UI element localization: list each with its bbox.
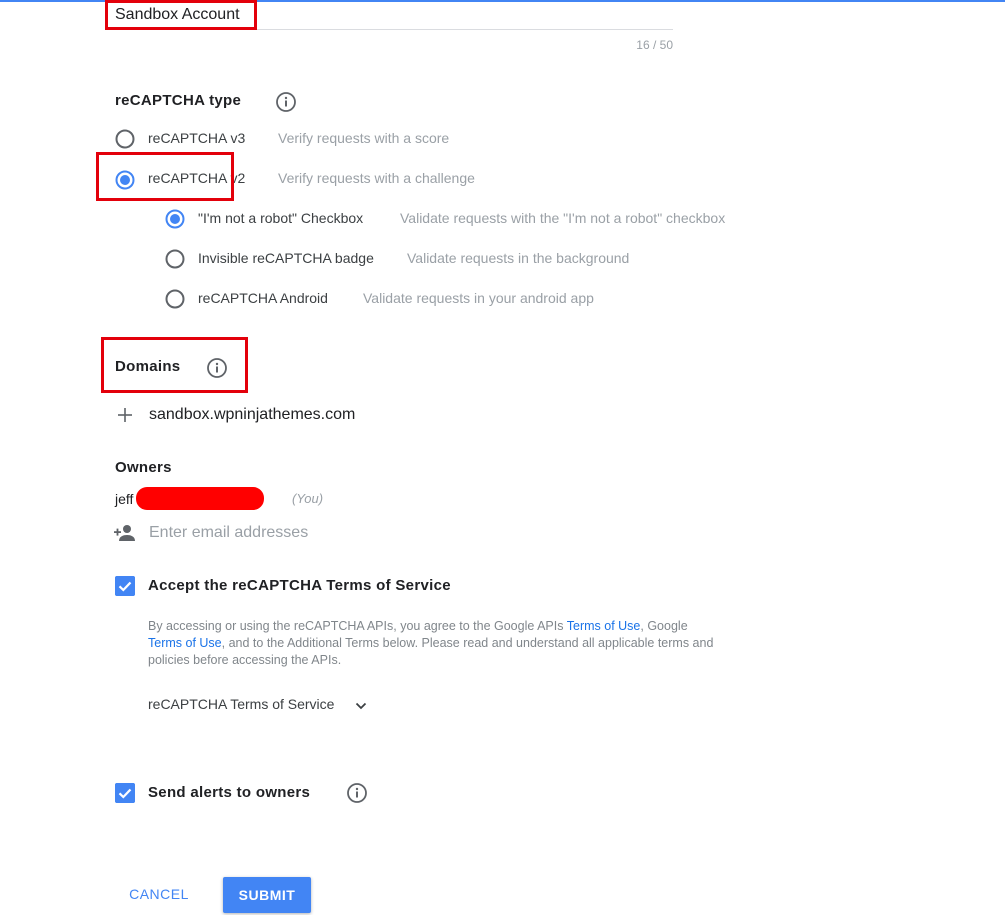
owner-you-tag: (You) [292,491,324,506]
highlight-box-domains [101,337,248,393]
recaptcha-type-heading: reCAPTCHA type [115,92,242,109]
terms-of-use-link[interactable]: Terms of Use [567,619,641,633]
highlight-box-recaptcha-v2 [96,152,234,201]
owner-email-input[interactable] [149,522,449,544]
recaptcha-tos-expander[interactable]: reCAPTCHA Terms of Service [148,696,334,712]
option-label-recaptcha-v3: reCAPTCHA v3 [148,130,246,146]
info-icon[interactable] [275,91,297,113]
send-alerts-label: Send alerts to owners [148,784,311,801]
character-counter: 16 / 50 [636,38,673,52]
chevron-down-icon[interactable] [353,698,369,714]
option-description-recaptcha-v3: Verify requests with a score [278,130,450,146]
redaction-mark [136,487,264,510]
owner-name: jeff [115,491,134,507]
accept-terms-label: Accept the reCAPTCHA Terms of Service [148,577,451,594]
google-terms-of-use-link[interactable]: Terms of Use [148,636,222,650]
submit-button[interactable]: SUBMIT [223,877,311,913]
info-icon[interactable] [346,782,368,804]
option-description-invisible: Validate requests in the background [407,250,630,266]
option-label-checkbox: "I'm not a robot" Checkbox [198,210,364,226]
radio-checkbox-type[interactable] [165,209,185,229]
terms-text: By accessing or using the reCAPTCHA APIs… [148,619,567,633]
owners-heading: Owners [115,459,172,476]
terms-paragraph: By accessing or using the reCAPTCHA APIs… [148,618,718,669]
add-domain-plus-icon[interactable] [116,406,134,424]
highlight-box-label [105,0,257,30]
option-description-recaptcha-v2: Verify requests with a challenge [278,170,475,186]
option-description-checkbox: Validate requests with the "I'm not a ro… [400,210,726,226]
send-alerts-checkbox[interactable] [115,783,135,803]
terms-text: , and to the Additional Terms below. Ple… [148,636,714,667]
add-person-icon [114,525,135,541]
radio-invisible-badge[interactable] [165,249,185,269]
option-description-android: Validate requests in your android app [363,290,594,306]
cancel-button[interactable]: CANCEL [119,877,199,911]
radio-recaptcha-v3[interactable] [115,129,135,149]
radio-android[interactable] [165,289,185,309]
option-label-invisible: Invisible reCAPTCHA badge [198,250,374,266]
option-label-android: reCAPTCHA Android [198,290,328,306]
terms-text: , Google [640,619,688,633]
domain-entry[interactable]: sandbox.wpninjathemes.com [149,406,355,424]
accept-terms-checkbox[interactable] [115,576,135,596]
